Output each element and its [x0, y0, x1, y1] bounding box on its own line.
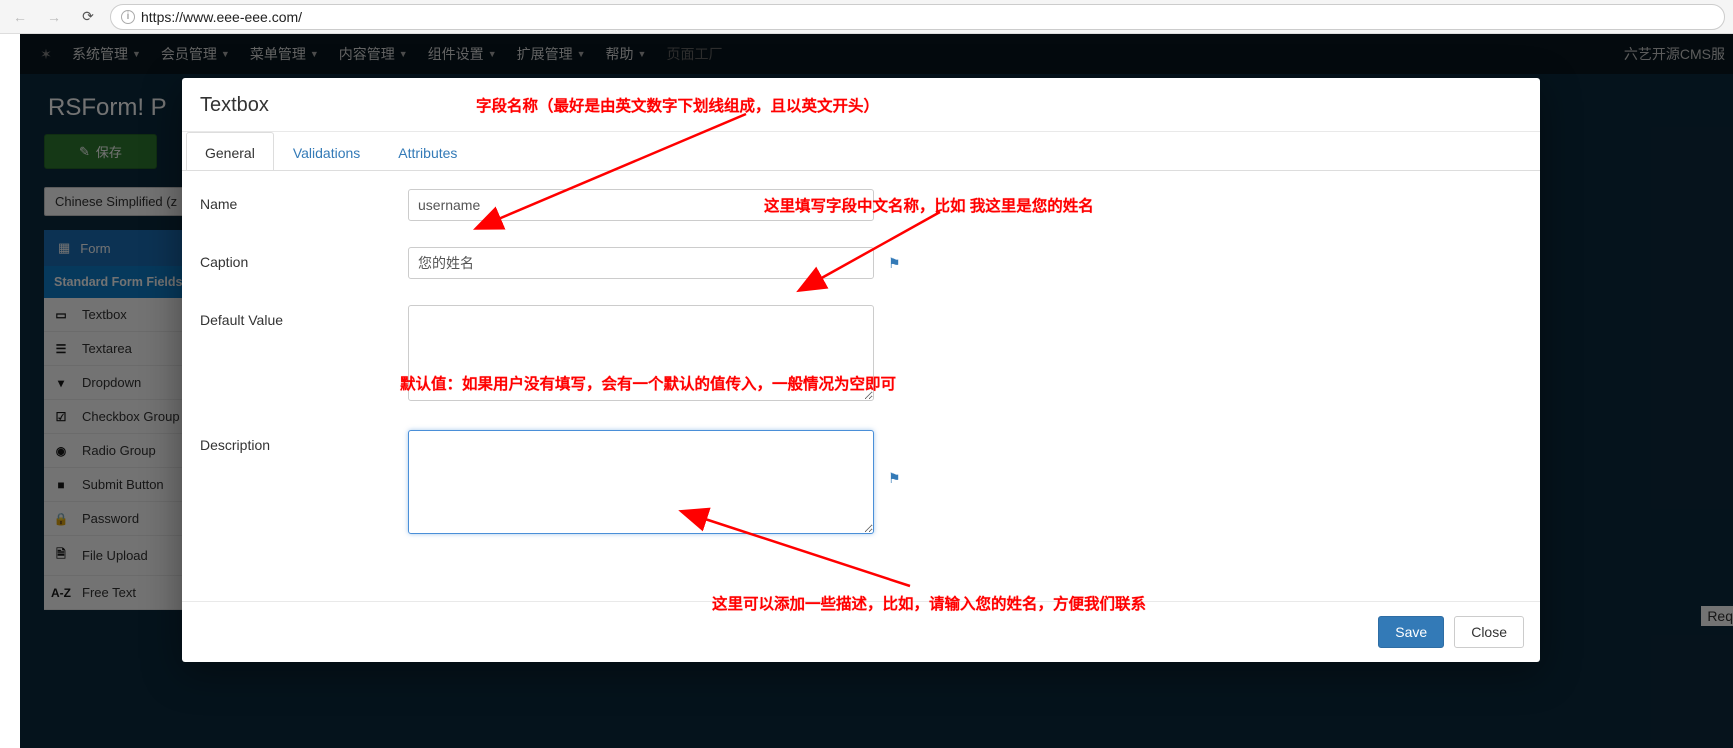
- modal-footer: Save Close: [182, 601, 1540, 662]
- field-row-caption: Caption ⚑: [200, 247, 1522, 279]
- address-bar[interactable]: i: [110, 4, 1725, 30]
- modal-header: Textbox: [182, 78, 1540, 132]
- site-info-icon: i: [121, 10, 135, 24]
- tab-general[interactable]: General: [186, 132, 274, 171]
- modal-body: Name Caption ⚑ Default Value Description…: [182, 171, 1540, 601]
- label-name: Name: [200, 189, 408, 212]
- modal-save-button[interactable]: Save: [1378, 616, 1444, 648]
- browser-toolbar: ← → ⟳ i: [0, 0, 1733, 34]
- modal-title: Textbox: [200, 94, 1522, 117]
- label-description: Description: [200, 430, 408, 453]
- modal-close-button[interactable]: Close: [1454, 616, 1524, 648]
- field-row-default: Default Value: [200, 305, 1522, 404]
- tab-validations[interactable]: Validations: [274, 132, 379, 171]
- url-input[interactable]: [141, 9, 1714, 25]
- flag-icon[interactable]: ⚑: [888, 470, 901, 487]
- field-row-name: Name: [200, 189, 1522, 221]
- caption-input[interactable]: [408, 247, 874, 279]
- default-value-input[interactable]: [408, 305, 874, 401]
- textbox-config-modal: Textbox General Validations Attributes N…: [182, 78, 1540, 662]
- label-caption: Caption: [200, 247, 408, 270]
- back-button[interactable]: ←: [8, 5, 32, 29]
- tab-attributes[interactable]: Attributes: [379, 132, 476, 171]
- field-row-description: Description ⚑: [200, 430, 1522, 537]
- label-default-value: Default Value: [200, 305, 408, 328]
- modal-tabs: General Validations Attributes: [182, 132, 1540, 171]
- description-input[interactable]: [408, 430, 874, 534]
- forward-button[interactable]: →: [42, 5, 66, 29]
- reload-button[interactable]: ⟳: [76, 5, 100, 29]
- flag-icon[interactable]: ⚑: [888, 255, 901, 272]
- name-input[interactable]: [408, 189, 874, 221]
